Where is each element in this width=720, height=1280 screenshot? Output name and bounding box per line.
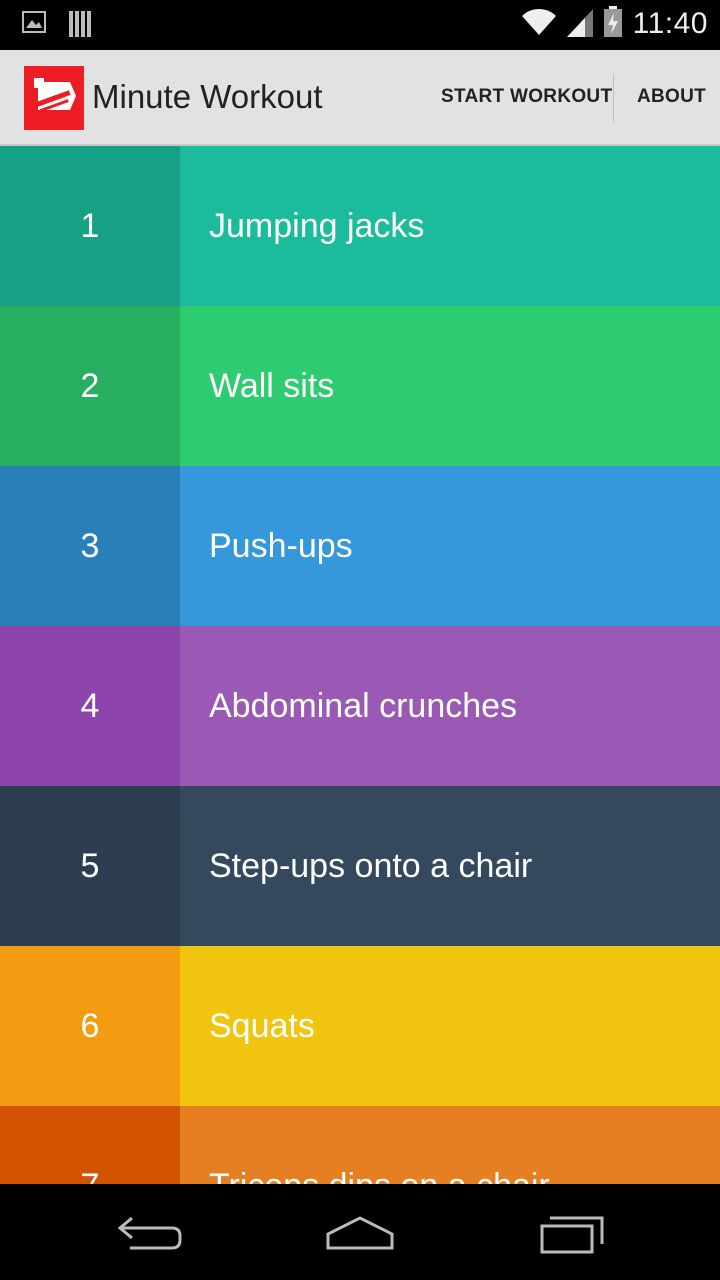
image-notification-icon <box>22 10 46 42</box>
cell-signal-icon <box>566 7 593 41</box>
exercise-name: Triceps dips on a chair <box>180 1106 720 1184</box>
status-bar: 11:40 <box>0 0 720 50</box>
exercise-row-3[interactable]: 3 Push-ups <box>0 466 720 626</box>
status-time: 11:40 <box>632 7 708 40</box>
exercise-number: 5 <box>0 786 180 946</box>
exercise-number: 1 <box>0 146 180 306</box>
exercise-name: Push-ups <box>180 466 720 626</box>
exercise-row-7[interactable]: 7 Triceps dips on a chair <box>0 1106 720 1184</box>
exercise-row-2[interactable]: 2 Wall sits <box>0 306 720 466</box>
exercise-number: 4 <box>0 626 180 786</box>
exercise-number: 7 <box>0 1106 180 1184</box>
exercise-name: Wall sits <box>180 306 720 466</box>
exercise-row-6[interactable]: 6 Squats <box>0 946 720 1106</box>
exercise-name: Jumping jacks <box>180 146 720 306</box>
about-button[interactable]: ABOUT <box>637 86 706 108</box>
exercise-number: 3 <box>0 466 180 626</box>
exercise-number: 6 <box>0 946 180 1106</box>
exercise-row-5[interactable]: 5 Step-ups onto a chair <box>0 786 720 946</box>
exercise-number: 2 <box>0 306 180 466</box>
wifi-icon <box>521 7 557 41</box>
battery-charging-icon <box>603 6 623 42</box>
home-icon[interactable] <box>320 1208 400 1256</box>
navigation-bar <box>0 1184 720 1280</box>
exercise-row-1[interactable]: 1 Jumping jacks <box>0 146 720 306</box>
start-workout-button[interactable]: START WORKOUT <box>441 86 612 108</box>
action-divider <box>613 74 614 122</box>
exercise-name: Squats <box>180 946 720 1106</box>
recent-apps-icon[interactable] <box>532 1208 612 1256</box>
exercise-row-4[interactable]: 4 Abdominal crunches <box>0 626 720 786</box>
app-logo[interactable] <box>24 66 84 130</box>
exercise-list: 1 Jumping jacks 2 Wall sits 3 Push-ups 4… <box>0 146 720 1184</box>
exercise-name: Step-ups onto a chair <box>180 786 720 946</box>
back-icon[interactable] <box>110 1208 190 1256</box>
bars-notification-icon <box>68 10 92 42</box>
app-title: Minute Workout <box>92 78 323 115</box>
action-bar: Minute Workout START WORKOUT ABOUT <box>0 50 720 146</box>
exercise-name: Abdominal crunches <box>180 626 720 786</box>
